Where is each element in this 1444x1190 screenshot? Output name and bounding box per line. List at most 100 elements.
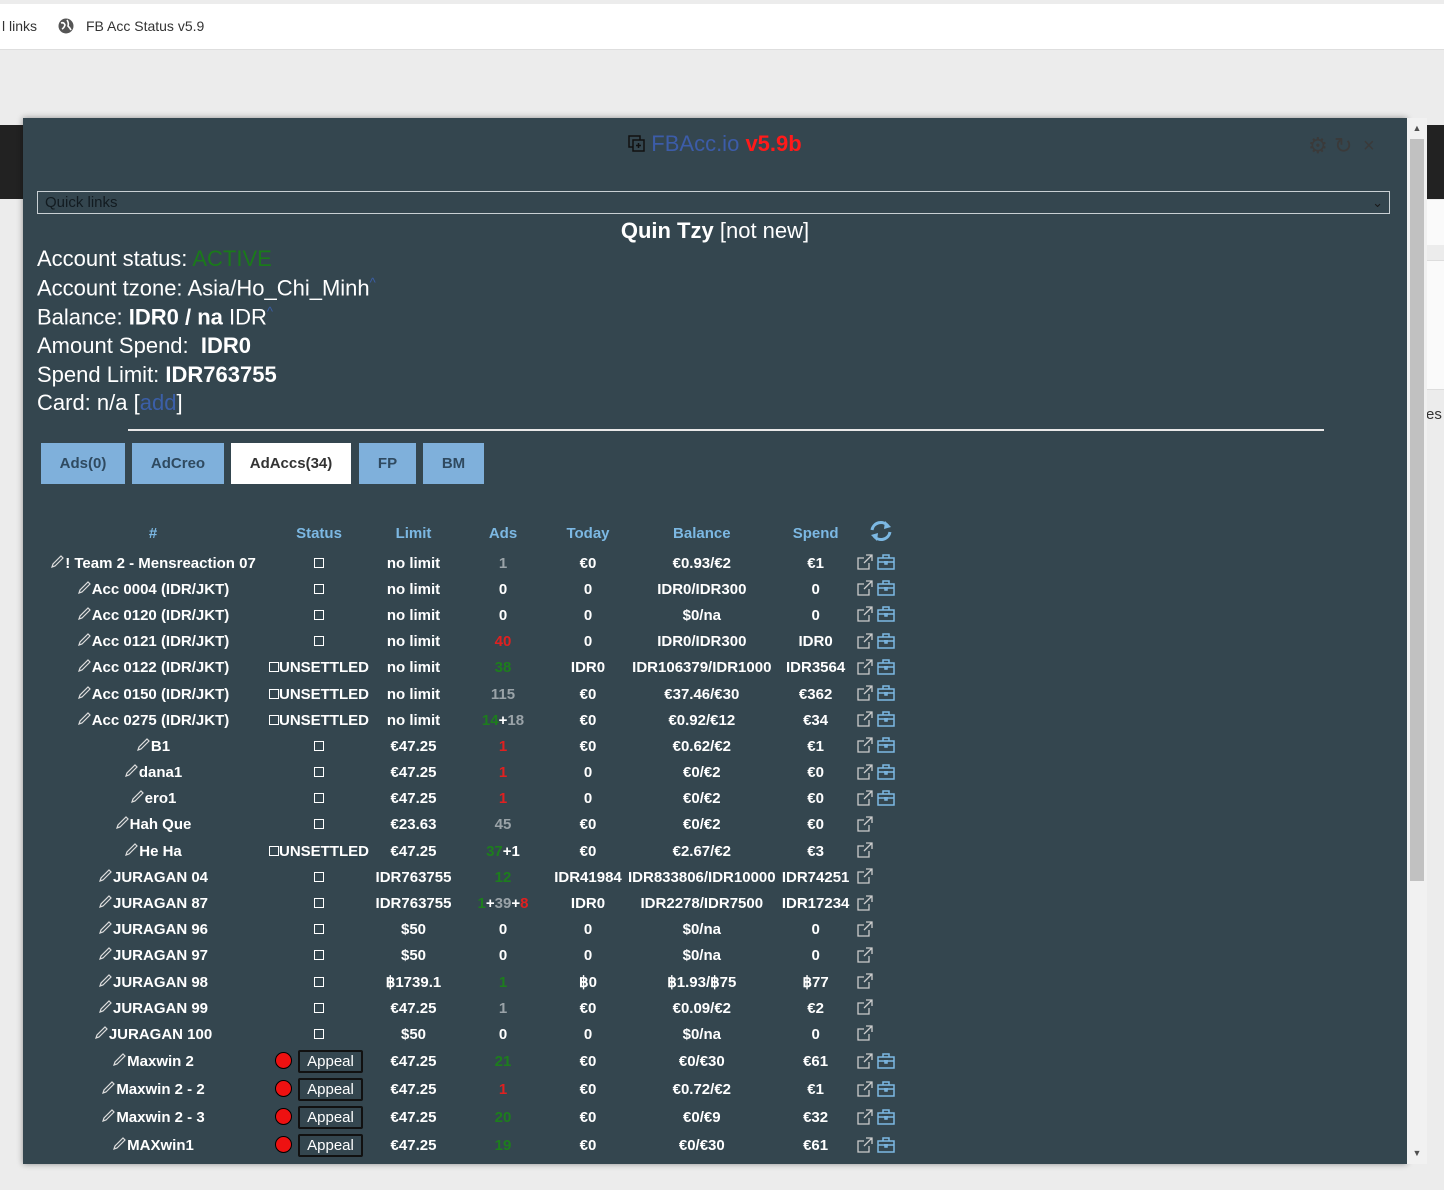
col-limit[interactable]: Limit bbox=[369, 516, 458, 550]
account-name-cell[interactable]: Maxwin 2 - 3 bbox=[37, 1104, 269, 1132]
account-name-cell[interactable]: ero1 bbox=[37, 786, 269, 812]
account-name-cell[interactable]: He Ha bbox=[37, 838, 269, 864]
external-link-icon[interactable] bbox=[856, 894, 874, 911]
edit-pencil-icon[interactable] bbox=[77, 659, 92, 673]
edit-pencil-icon[interactable] bbox=[101, 1109, 116, 1123]
external-link-icon[interactable] bbox=[856, 921, 874, 937]
account-name-cell[interactable]: Acc 0150 (IDR/JKT) bbox=[37, 681, 269, 707]
business-manager-icon[interactable] bbox=[876, 1052, 895, 1069]
account-name-cell[interactable]: ! Team 2 - Mensreaction 07 bbox=[37, 550, 269, 576]
edit-pencil-icon[interactable] bbox=[98, 999, 113, 1014]
scrollbar[interactable]: ▲ ▼ bbox=[1407, 118, 1427, 1164]
edit-pencil-icon[interactable] bbox=[98, 895, 113, 909]
balance-link[interactable]: ^ bbox=[267, 304, 273, 319]
account-name-cell[interactable]: Acc 0120 (IDR/JKT) bbox=[37, 602, 269, 628]
edit-pencil-icon[interactable] bbox=[136, 738, 151, 752]
account-name-cell[interactable]: MAXwin1 bbox=[37, 1132, 269, 1160]
account-name-cell[interactable]: JURAGAN 04 bbox=[37, 864, 269, 890]
external-link-icon[interactable] bbox=[856, 999, 874, 1015]
account-name-cell[interactable]: Acc 0122 (IDR/JKT) bbox=[37, 655, 269, 681]
edit-pencil-icon[interactable] bbox=[112, 1053, 127, 1067]
appeal-button[interactable]: Appeal bbox=[298, 1134, 363, 1158]
account-name-cell[interactable]: Acc 0275 (IDR/JKT) bbox=[37, 707, 269, 733]
edit-pencil-icon[interactable] bbox=[101, 1081, 116, 1095]
external-link-icon[interactable] bbox=[856, 606, 874, 623]
account-name-cell[interactable]: JURAGAN 96 bbox=[37, 917, 269, 943]
edit-pencil-icon[interactable] bbox=[124, 764, 139, 778]
edit-pencil-icon[interactable] bbox=[98, 973, 113, 988]
external-link-icon[interactable] bbox=[856, 737, 874, 754]
external-link-icon[interactable] bbox=[856, 1080, 874, 1097]
external-link-icon[interactable] bbox=[856, 580, 874, 596]
col-status[interactable]: Status bbox=[269, 516, 369, 550]
col-spend[interactable]: Spend bbox=[776, 516, 856, 550]
business-manager-icon[interactable] bbox=[876, 659, 895, 675]
business-manager-icon[interactable] bbox=[876, 580, 895, 597]
edit-pencil-icon[interactable] bbox=[77, 580, 92, 595]
business-manager-icon[interactable] bbox=[876, 1080, 895, 1097]
account-name-cell[interactable]: Maxwin 2 bbox=[37, 1048, 269, 1076]
edit-pencil-icon[interactable] bbox=[50, 554, 65, 569]
edit-pencil-icon[interactable] bbox=[130, 790, 145, 804]
account-name-cell[interactable]: Maxwin 2 - 2 bbox=[37, 1076, 269, 1104]
bookmark-links[interactable]: l links bbox=[2, 4, 37, 49]
close-icon[interactable]: × bbox=[1363, 135, 1375, 157]
external-link-icon[interactable] bbox=[856, 816, 874, 832]
account-name-cell[interactable]: Acc 0121 (IDR/JKT) bbox=[37, 629, 269, 655]
appeal-button[interactable]: Appeal bbox=[298, 1050, 363, 1074]
appeal-button[interactable]: Appeal bbox=[298, 1078, 363, 1102]
col-balance[interactable]: Balance bbox=[628, 516, 776, 550]
scroll-thumb[interactable] bbox=[1410, 139, 1424, 881]
edit-pencil-icon[interactable] bbox=[94, 1026, 109, 1040]
account-name-cell[interactable]: JURAGAN 98 bbox=[37, 969, 269, 995]
edit-pencil-icon[interactable] bbox=[77, 607, 92, 621]
tab-ads[interactable]: Ads(0) bbox=[41, 443, 125, 484]
account-name-cell[interactable]: JURAGAN 99 bbox=[37, 995, 269, 1021]
account-name-cell[interactable]: JURAGAN 97 bbox=[37, 943, 269, 969]
business-manager-icon[interactable] bbox=[876, 737, 895, 754]
edit-pencil-icon[interactable] bbox=[115, 816, 130, 830]
tzone-link[interactable]: ^ bbox=[370, 275, 376, 290]
external-link-icon[interactable] bbox=[856, 868, 874, 884]
external-link-icon[interactable] bbox=[856, 1136, 874, 1153]
scroll-up-arrow[interactable]: ▲ bbox=[1407, 120, 1427, 137]
business-manager-icon[interactable] bbox=[876, 711, 895, 727]
col-number[interactable]: # bbox=[37, 516, 269, 550]
gear-icon[interactable]: ⚙ bbox=[1308, 135, 1328, 157]
edit-pencil-icon[interactable] bbox=[112, 1137, 127, 1151]
business-manager-icon[interactable] bbox=[876, 1136, 895, 1153]
account-name-cell[interactable]: B1 bbox=[37, 733, 269, 759]
edit-pencil-icon[interactable] bbox=[77, 685, 92, 700]
col-ads[interactable]: Ads bbox=[458, 516, 548, 550]
bookmark-fb-acc-status[interactable]: FB Acc Status v5.9 bbox=[86, 4, 204, 49]
copy-icon[interactable] bbox=[628, 135, 646, 152]
external-link-icon[interactable] bbox=[856, 973, 874, 989]
tab-adaccs[interactable]: AdAccs(34) bbox=[231, 443, 351, 484]
refresh-icon[interactable]: ↻ bbox=[1334, 135, 1352, 157]
quick-links-select[interactable]: Quick links ⌄ bbox=[37, 191, 1390, 214]
edit-pencil-icon[interactable] bbox=[124, 842, 139, 857]
business-manager-icon[interactable] bbox=[876, 632, 895, 649]
external-link-icon[interactable] bbox=[856, 842, 874, 858]
external-link-icon[interactable] bbox=[856, 1108, 874, 1125]
business-manager-icon[interactable] bbox=[876, 606, 895, 623]
business-manager-icon[interactable] bbox=[876, 763, 895, 780]
business-manager-icon[interactable] bbox=[876, 685, 895, 701]
external-link-icon[interactable] bbox=[856, 763, 874, 780]
business-manager-icon[interactable] bbox=[876, 1108, 895, 1125]
tab-bm[interactable]: BM bbox=[423, 443, 484, 484]
account-name-cell[interactable]: JURAGAN 87 bbox=[37, 890, 269, 916]
edit-pencil-icon[interactable] bbox=[98, 921, 113, 935]
external-link-icon[interactable] bbox=[856, 711, 874, 727]
add-card-link[interactable]: add bbox=[140, 390, 177, 415]
edit-pencil-icon[interactable] bbox=[98, 868, 113, 883]
edit-pencil-icon[interactable] bbox=[98, 947, 113, 961]
refresh-all-icon[interactable] bbox=[856, 516, 906, 550]
account-name-cell[interactable]: dana1 bbox=[37, 760, 269, 786]
edit-pencil-icon[interactable] bbox=[77, 633, 92, 647]
external-link-icon[interactable] bbox=[856, 947, 874, 963]
scroll-down-arrow[interactable]: ▼ bbox=[1407, 1145, 1427, 1162]
external-link-icon[interactable] bbox=[856, 1025, 874, 1042]
col-today[interactable]: Today bbox=[548, 516, 628, 550]
business-manager-icon[interactable] bbox=[876, 554, 895, 570]
